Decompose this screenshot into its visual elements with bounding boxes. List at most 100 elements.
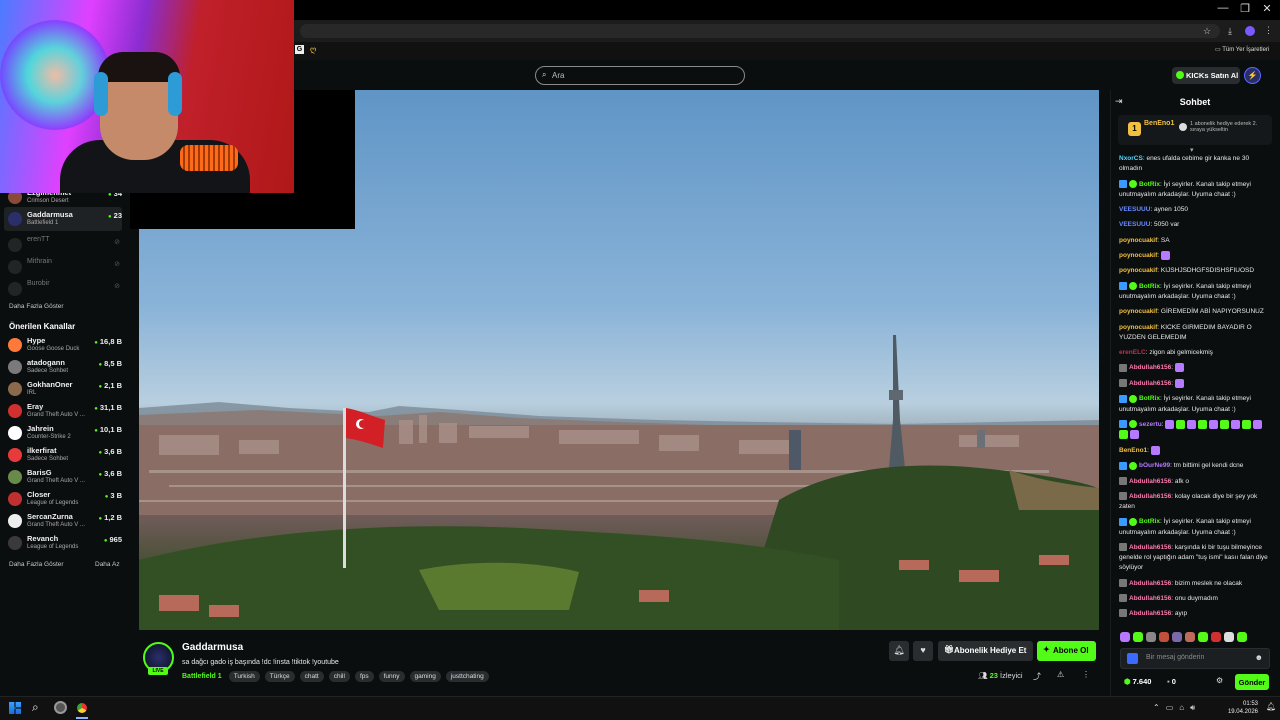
tag[interactable]: justtchating <box>445 671 489 682</box>
chat-username[interactable]: Abdullah6156 <box>1129 610 1171 617</box>
emote[interactable] <box>1185 632 1195 642</box>
sidebar-recommended-channel[interactable]: RevanchLeague of Legends 965 <box>8 534 126 556</box>
chat-username[interactable]: Abdullah6156 <box>1129 544 1171 551</box>
chat-username[interactable]: BotRix <box>1139 518 1160 525</box>
kicks-buy-button[interactable]: KICKs Satın Al <box>1172 67 1240 84</box>
tag[interactable]: chill <box>328 671 350 682</box>
sidebar-recommended-channel[interactable]: CloserLeague of Legends 3 B <box>8 490 126 512</box>
tag[interactable]: gaming <box>409 671 441 682</box>
stream-tags: Battlefield 1 Turkish Türkçe chatt chill… <box>182 671 489 682</box>
browser-menu-icon[interactable]: ⋮ <box>1264 25 1273 36</box>
sidebar-recommended-channel[interactable]: BarisGGrand Theft Auto V ... 3,6 B <box>8 468 126 490</box>
tag[interactable]: fps <box>354 671 374 682</box>
address-bar[interactable] <box>300 24 1220 38</box>
download-icon[interactable]: ⤓ <box>1228 26 1232 37</box>
bookmark-star-icon[interactable]: ☆ <box>1203 26 1211 37</box>
bookmark-g-icon[interactable]: G <box>295 45 304 54</box>
chat-username[interactable]: VEESUUU <box>1119 206 1150 213</box>
chat-username[interactable]: VEESUUU <box>1119 221 1150 228</box>
channel-title[interactable]: Gaddarmusa <box>182 642 243 653</box>
show-less-link[interactable]: Daha Az <box>95 561 120 568</box>
emote[interactable] <box>1120 632 1130 642</box>
emoji-icon[interactable]: ☻ <box>1255 653 1263 662</box>
expand-chevron-icon[interactable]: ▾ <box>1190 146 1194 154</box>
sidebar-recommended-channel[interactable]: ErayGrand Theft Auto V ... 31,1 B <box>8 402 126 424</box>
chat-username[interactable]: Abdullah6156 <box>1129 365 1171 372</box>
emote[interactable] <box>1133 632 1143 642</box>
subscribe-button[interactable]: ✦ Abone Ol <box>1037 641 1096 661</box>
emote[interactable] <box>1224 632 1234 642</box>
chat-username[interactable]: Abdullah6156 <box>1129 580 1171 587</box>
kicks-balance[interactable]: ▪ 0 <box>1167 677 1176 686</box>
sidebar-recommended-channel[interactable]: JahreinCounter-Strike 2 10,1 B <box>8 424 126 446</box>
tag[interactable]: funny <box>378 671 405 682</box>
chat-username[interactable]: sezertu <box>1139 421 1162 428</box>
chat-username[interactable]: Abdullah6156 <box>1129 493 1171 500</box>
notification-bell-button[interactable]: 🔔︎ <box>889 641 909 661</box>
all-bookmarks-link[interactable]: ▭ Tüm Yer İşaretleri <box>1215 46 1269 53</box>
emote[interactable] <box>1159 632 1169 642</box>
chat-username[interactable]: Abdullah6156 <box>1129 478 1171 485</box>
chat-username[interactable]: poynocuakif <box>1119 324 1157 331</box>
chat-settings-icon[interactable]: ⚙ <box>1216 676 1223 685</box>
tag[interactable]: Turkish <box>228 671 260 682</box>
emote[interactable] <box>1211 632 1221 642</box>
notifications-icon[interactable]: 🔔︎ <box>1266 702 1276 711</box>
show-more-following-link[interactable]: Daha Fazla Göster <box>9 303 64 310</box>
gift-leaderboard[interactable]: 1 BenEno1 1 abonelik hediye ederek 2. sı… <box>1118 115 1272 145</box>
bookmark-star-site-icon[interactable]: ღ <box>310 45 316 54</box>
chat-username[interactable]: Abdullah6156 <box>1129 380 1171 387</box>
channel-points[interactable]: ⬢ 7.640 <box>1124 677 1151 686</box>
channel-category: Grand Theft Auto V ... <box>27 522 85 528</box>
game-link[interactable]: Battlefield 1 <box>182 673 222 680</box>
tag[interactable]: chatt <box>299 671 324 682</box>
sidebar-channel-burobir[interactable]: Burobir ⊘ <box>8 280 126 302</box>
chat-username[interactable]: BenEno1 <box>1119 447 1147 454</box>
app-icon[interactable] <box>54 701 67 714</box>
sidebar-channel-mithrain[interactable]: Mithrain ⊘ <box>8 258 126 280</box>
chat-username[interactable]: erenELC <box>1119 349 1146 356</box>
chat-username[interactable]: poynocuakif <box>1119 267 1157 274</box>
chat-username[interactable]: BotRix <box>1139 395 1160 402</box>
chat-username[interactable]: poynocuakif <box>1119 237 1157 244</box>
send-button[interactable]: Gönder <box>1235 674 1269 690</box>
sidebar-recommended-channel[interactable]: ilkerfiratSadece Sohbet 3,6 B <box>8 446 126 468</box>
chat-username[interactable]: NxorCS <box>1119 155 1143 162</box>
sidebar-channel-gaddarmusa[interactable]: Gaddarmusa Battlefield 1 23 <box>8 210 126 232</box>
search-icon[interactable]: ⌕ <box>32 700 39 715</box>
chat-username[interactable]: poynocuakif <box>1119 308 1157 315</box>
minimize-button[interactable]: — <box>1212 2 1234 14</box>
user-avatar[interactable]: ⚡ <box>1244 67 1261 84</box>
gift-subscription-button[interactable]: 🎁︎ Abonelik Hediye Et <box>938 641 1033 661</box>
maximize-button[interactable]: ❐ <box>1234 2 1256 15</box>
chat-username[interactable]: BotRix <box>1139 181 1160 188</box>
close-window-button[interactable]: ✕ <box>1256 2 1278 15</box>
profile-avatar[interactable] <box>1245 26 1255 36</box>
avatar <box>8 282 22 296</box>
chrome-icon[interactable] <box>75 701 89 715</box>
chat-username[interactable]: poynocuakif <box>1119 252 1157 259</box>
system-tray-icons[interactable]: ⌃▭⌂🔊︎ <box>1153 703 1201 713</box>
sidebar-recommended-channel[interactable]: SercanZurnaGrand Theft Auto V ... 1,2 B <box>8 512 126 534</box>
chat-message-input[interactable]: Bir mesaj gönderin ☻ <box>1120 648 1270 669</box>
chat-username[interactable]: bOurNe99 <box>1139 462 1170 469</box>
follow-heart-button[interactable]: ♥ <box>913 641 933 661</box>
tag[interactable]: Türkçe <box>264 671 295 682</box>
emote[interactable] <box>1172 632 1182 642</box>
emote[interactable] <box>1198 632 1208 642</box>
report-icon[interactable]: ⚠ <box>1057 670 1064 679</box>
search-input[interactable]: ⌕ Ara <box>535 66 745 85</box>
emote[interactable] <box>1146 632 1156 642</box>
system-clock[interactable]: 01:53 19.04.2026 <box>1228 700 1258 716</box>
sidebar-recommended-channel[interactable]: GokhanOnerIRL 2,1 B <box>8 380 126 402</box>
chat-message: BenEno1: <box>1119 445 1269 456</box>
sidebar-recommended-channel[interactable]: HypeGoose Goose Duck 16,8 B <box>8 336 126 358</box>
emote[interactable] <box>1237 632 1247 642</box>
chat-username[interactable]: BotRix <box>1139 283 1160 290</box>
sidebar-channel-erentt[interactable]: erenTT ⊘ <box>8 236 126 258</box>
more-options-icon[interactable]: ⋮ <box>1082 670 1090 679</box>
chat-username[interactable]: Abdullah6156 <box>1129 595 1171 602</box>
share-icon[interactable]: ⤴ <box>1033 671 1041 682</box>
sidebar-recommended-channel[interactable]: atadogannSadece Sohbet 8,5 B <box>8 358 126 380</box>
show-more-recommended-link[interactable]: Daha Fazla Göster <box>9 561 64 568</box>
